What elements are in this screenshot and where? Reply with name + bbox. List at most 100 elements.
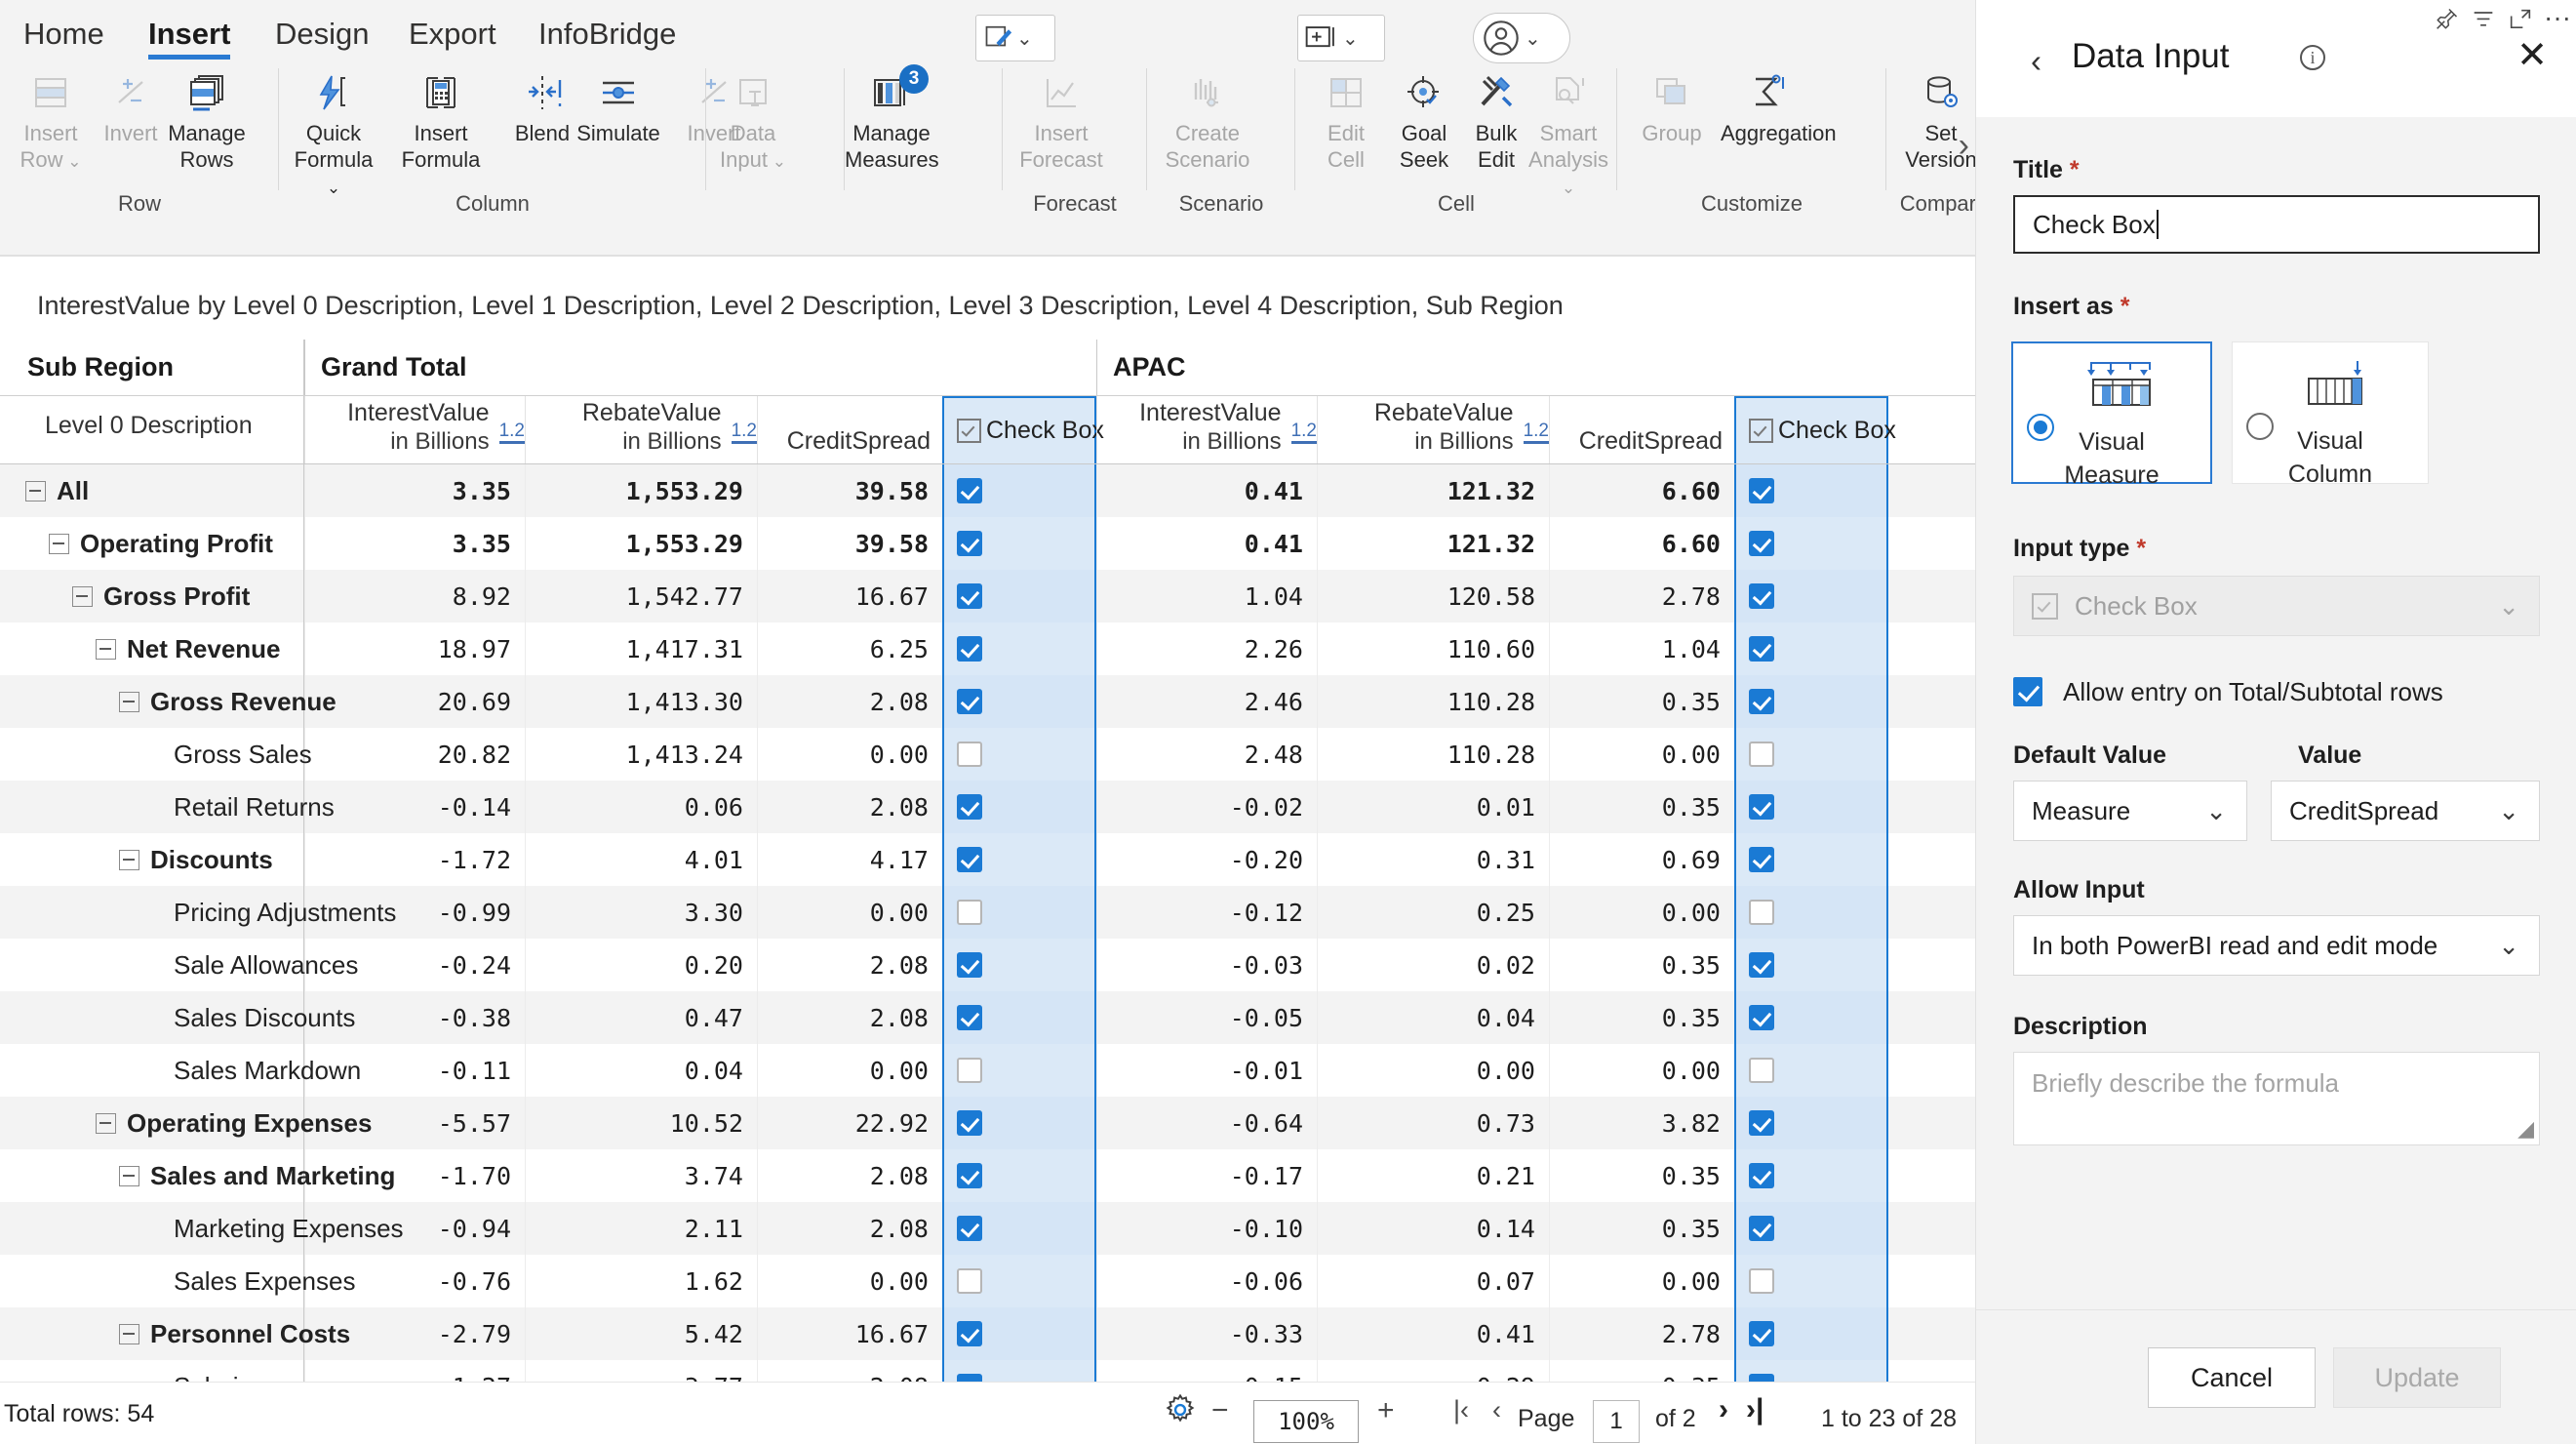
decimal-format-badge[interactable]: 1.2	[1290, 421, 1317, 444]
column-header-rebatevalue[interactable]: RebateValue in Billions 1.2	[1317, 396, 1549, 463]
ribbon-button-insert-formula[interactable]: Insert Formula	[394, 66, 488, 172]
table-cell-value[interactable]: 2.08	[757, 1149, 942, 1202]
checkbox-checked-icon[interactable]	[957, 636, 982, 662]
row-label-cell[interactable]: Pricing Adjustments	[0, 886, 396, 939]
row-label-cell[interactable]: Sale Allowances	[0, 939, 358, 991]
table-cell-value[interactable]: 2.08	[757, 1202, 942, 1255]
ribbon-tab-infobridge[interactable]: InfoBridge	[535, 17, 680, 52]
table-cell-value[interactable]: 1.04	[1096, 570, 1317, 622]
column-header-rebatevalue[interactable]: RebateValue in Billions 1.2	[525, 396, 757, 463]
row-label-cell[interactable]: Personnel Costs	[0, 1307, 350, 1360]
table-cell-value[interactable]: 121.32	[1317, 464, 1549, 517]
table-cell-value[interactable]: 1.04	[1549, 622, 1734, 675]
zoom-out-button[interactable]: −	[1211, 1394, 1229, 1427]
table-cell-value[interactable]: 0.00	[1549, 728, 1734, 781]
next-page-button[interactable]: ›	[1719, 1393, 1728, 1426]
table-cell-value[interactable]: 39.58	[757, 464, 942, 517]
pin-icon[interactable]	[2433, 6, 2460, 40]
column-header-creditspread[interactable]: CreditSpread	[1549, 396, 1734, 463]
table-cell-value[interactable]: 0.00	[757, 886, 942, 939]
table-cell-checkbox[interactable]	[1734, 1255, 1888, 1307]
table-cell-checkbox[interactable]	[1734, 939, 1888, 991]
update-button[interactable]: Update	[2333, 1347, 2501, 1408]
table-cell-checkbox[interactable]	[1734, 675, 1888, 728]
table-cell-checkbox[interactable]	[942, 886, 1096, 939]
table-cell-checkbox[interactable]	[1734, 781, 1888, 833]
ribbon-button-aggregation[interactable]: Aggregation	[1721, 66, 1837, 145]
collapse-icon[interactable]	[49, 533, 69, 554]
table-cell-value[interactable]: 20.82	[304, 728, 525, 781]
table-cell-value[interactable]: 6.60	[1549, 464, 1734, 517]
table-cell-checkbox[interactable]	[942, 781, 1096, 833]
row-label-cell[interactable]: Marketing Expenses	[0, 1202, 404, 1255]
checkbox-checked-icon[interactable]	[1749, 847, 1774, 872]
table-cell-value[interactable]: 0.07	[1317, 1255, 1549, 1307]
column-header-interestvalue[interactable]: InterestValue in Billions 1.2	[304, 396, 525, 463]
checkbox-checked-icon[interactable]	[1749, 1005, 1774, 1030]
checkbox-unchecked-icon[interactable]	[957, 900, 982, 925]
table-cell-value[interactable]: 39.58	[757, 517, 942, 570]
insert-object-button[interactable]: ⌄	[1297, 15, 1385, 61]
table-cell-value[interactable]: 0.35	[1549, 781, 1734, 833]
table-cell-value[interactable]: 3.35	[304, 464, 525, 517]
checkbox-checked-icon[interactable]	[1749, 636, 1774, 662]
allow-total-rows-checkbox[interactable]	[2013, 677, 2042, 706]
table-cell-value[interactable]: 0.00	[757, 1255, 942, 1307]
table-cell-value[interactable]: 0.06	[525, 781, 757, 833]
table-cell-value[interactable]: -0.64	[1096, 1097, 1317, 1149]
table-row[interactable]: Gross Sales 20.82 1,413.24 0.00 2.48 110.28 0.…	[0, 728, 1975, 781]
table-cell-value[interactable]: 1,553.29	[525, 464, 757, 517]
table-row[interactable]: Sales Expenses -0.76 1.62 0.00 -0.06 0.07 0.00	[0, 1255, 1975, 1307]
table-cell-value[interactable]: -0.12	[1096, 886, 1317, 939]
table-cell-value[interactable]: 0.73	[1317, 1097, 1549, 1149]
ribbon-button-data-input[interactable]: Data Input ⌄	[706, 66, 800, 174]
table-cell-checkbox[interactable]	[1734, 728, 1888, 781]
table-cell-value[interactable]: 6.60	[1549, 517, 1734, 570]
table-cell-value[interactable]: 2.08	[757, 991, 942, 1044]
table-cell-value[interactable]: 3.82	[1549, 1097, 1734, 1149]
table-cell-value[interactable]: 0.21	[1317, 1149, 1549, 1202]
row-label-cell[interactable]: Operating Profit	[0, 517, 304, 570]
table-cell-value[interactable]: -0.01	[1096, 1044, 1317, 1097]
table-cell-value[interactable]: 2.48	[1096, 728, 1317, 781]
table-cell-value[interactable]: 16.67	[757, 570, 942, 622]
checkbox-checked-icon[interactable]	[957, 1321, 982, 1346]
ribbon-tab-export[interactable]: Export	[405, 17, 500, 52]
row-label-cell[interactable]: Sales Discounts	[0, 991, 355, 1044]
table-cell-checkbox[interactable]	[942, 570, 1096, 622]
table-cell-value[interactable]: 110.28	[1317, 675, 1549, 728]
checkbox-checked-icon[interactable]	[957, 1216, 982, 1241]
column-header-check-box[interactable]: Check Box	[942, 396, 1104, 463]
table-cell-value[interactable]: 8.92	[304, 570, 525, 622]
table-cell-value[interactable]: 4.01	[525, 833, 757, 886]
info-icon[interactable]: i	[2300, 45, 2325, 70]
table-cell-checkbox[interactable]	[942, 1202, 1096, 1255]
table-cell-value[interactable]: 0.41	[1317, 1307, 1549, 1360]
table-cell-value[interactable]: 0.31	[1317, 833, 1549, 886]
table-cell-value[interactable]: 2.46	[1096, 675, 1317, 728]
table-cell-checkbox[interactable]	[942, 833, 1096, 886]
checkbox-checked-icon[interactable]	[957, 531, 982, 556]
table-cell-value[interactable]: 0.25	[1317, 886, 1549, 939]
first-page-button[interactable]: |‹	[1453, 1395, 1469, 1425]
table-cell-value[interactable]: 2.11	[525, 1202, 757, 1255]
description-textarea[interactable]: Briefly describe the formula ◢	[2013, 1052, 2540, 1145]
table-cell-checkbox[interactable]	[1734, 622, 1888, 675]
chevron-down-icon[interactable]: ⌄	[768, 152, 786, 171]
table-row[interactable]: Operating Expenses -5.57 10.52 22.92 -0.64 0.…	[0, 1097, 1975, 1149]
table-cell-value[interactable]: 3.30	[525, 886, 757, 939]
checkbox-checked-icon[interactable]	[1749, 1321, 1774, 1346]
table-cell-value[interactable]: -0.05	[1096, 991, 1317, 1044]
account-button[interactable]: ⌄	[1473, 13, 1570, 63]
table-cell-value[interactable]: 0.41	[1096, 464, 1317, 517]
table-cell-checkbox[interactable]	[942, 1149, 1096, 1202]
collapse-icon[interactable]	[96, 638, 116, 660]
checkbox-checked-icon[interactable]	[957, 478, 982, 503]
table-cell-checkbox[interactable]	[1734, 1044, 1888, 1097]
zoom-in-button[interactable]: +	[1377, 1394, 1395, 1427]
checkbox-checked-icon[interactable]	[957, 952, 982, 978]
table-cell-value[interactable]: 4.17	[757, 833, 942, 886]
table-row[interactable]: Pricing Adjustments -0.99 3.30 0.00 -0.12 0.2…	[0, 886, 1975, 939]
decimal-format-badge[interactable]: 1.2	[1523, 421, 1549, 444]
value-select[interactable]: CreditSpread ⌄	[2271, 781, 2540, 841]
